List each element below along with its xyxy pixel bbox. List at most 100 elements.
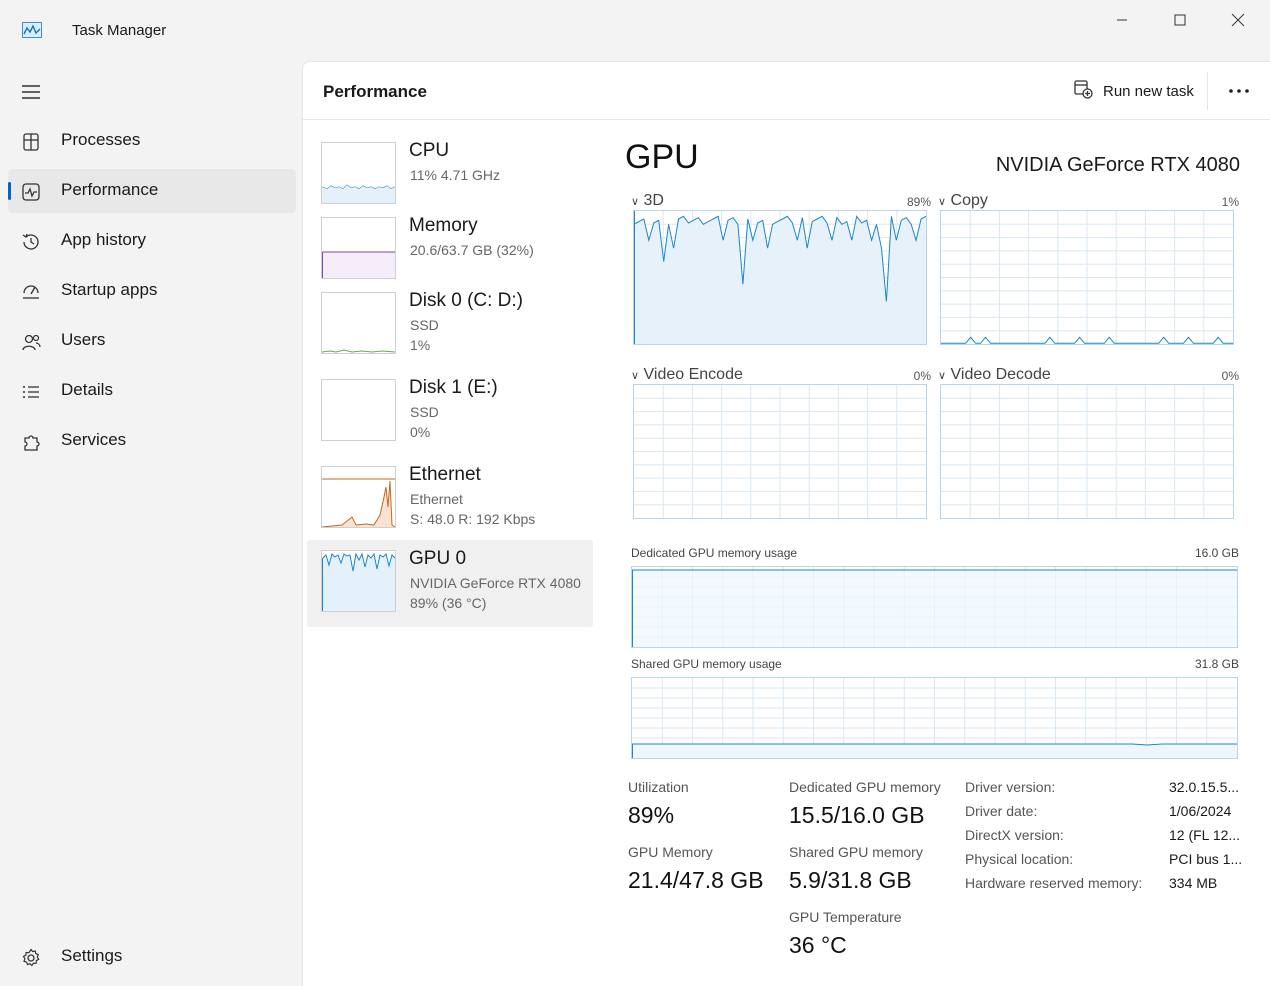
gpu-detail-panel: GPU NVIDIA GeForce RTX 4080 ∨ 3D 89% ∨ C… bbox=[625, 132, 1255, 982]
shared-usage-max: 31.8 GB bbox=[1194, 657, 1239, 671]
chart-dedicated-memory bbox=[631, 566, 1238, 648]
nav-item-details[interactable]: Details bbox=[8, 369, 296, 413]
gear-icon bbox=[20, 947, 42, 969]
startup-icon bbox=[20, 281, 42, 303]
engine-percent: 0% bbox=[1221, 369, 1239, 383]
main-panel: Performance Run new task CPU 11% 4.71 GH… bbox=[302, 61, 1270, 986]
device-detail-2: S: 48.0 R: 192 Kbps bbox=[410, 511, 536, 527]
gpu-heading: GPU bbox=[625, 138, 699, 176]
device-name: GPU 0 bbox=[409, 548, 467, 569]
dedicated-memory-value: 15.5/16.0 GB bbox=[789, 802, 925, 828]
run-new-task-button[interactable]: Run new task bbox=[1063, 74, 1204, 108]
more-dots-icon bbox=[1229, 89, 1249, 93]
utilization-value: 89% bbox=[628, 802, 675, 828]
device-detail: NVIDIA GeForce RTX 4080 bbox=[410, 575, 581, 591]
gpu-model-name: NVIDIA GeForce RTX 4080 bbox=[995, 154, 1240, 176]
chart-video-encode bbox=[633, 384, 927, 519]
nav-label-settings: Settings bbox=[61, 946, 123, 965]
task-manager-icon bbox=[22, 22, 42, 38]
physical-location-value: PCI bus 1... bbox=[1169, 851, 1243, 867]
nav-label-details: Details bbox=[61, 380, 113, 399]
gpu-memory-value: 21.4/47.8 GB bbox=[628, 867, 764, 893]
device-item-gpu0[interactable]: GPU 0 NVIDIA GeForce RTX 4080 89% (36 °C… bbox=[307, 540, 593, 627]
device-detail: Ethernet bbox=[410, 491, 463, 507]
chart-shared-memory bbox=[631, 677, 1238, 759]
run-task-label: Run new task bbox=[1103, 82, 1194, 100]
driver-date-key: Driver date: bbox=[965, 803, 1038, 819]
chart-video-decode bbox=[940, 384, 1234, 519]
shared-memory-label: Shared GPU memory bbox=[789, 844, 923, 860]
device-name: Disk 0 (C: D:) bbox=[409, 290, 523, 311]
device-item-disk0[interactable]: Disk 0 (C: D:) SSD 1% bbox=[307, 282, 593, 369]
nav-label-app-history: App history bbox=[61, 230, 147, 249]
device-detail-2: 89% (36 °C) bbox=[410, 595, 487, 611]
dedicated-memory-label: Dedicated GPU memory bbox=[789, 779, 941, 795]
title-bar: Task Manager bbox=[0, 0, 1270, 60]
device-detail: SSD bbox=[410, 404, 439, 420]
services-puzzle-icon bbox=[20, 431, 42, 453]
disk0-thumbnail bbox=[321, 292, 396, 354]
shared-usage-label: Shared GPU memory usage bbox=[631, 657, 782, 671]
engine-name: 3D bbox=[643, 192, 664, 209]
active-indicator bbox=[8, 182, 11, 200]
engine-selector-copy[interactable]: ∨ Copy bbox=[938, 192, 988, 210]
chart-3d bbox=[633, 210, 927, 345]
close-button[interactable] bbox=[1215, 4, 1261, 36]
engine-name: Video Encode bbox=[643, 366, 743, 383]
device-item-memory[interactable]: Memory 20.6/63.7 GB (32%) bbox=[307, 207, 593, 294]
device-detail: 11% 4.71 GHz bbox=[410, 167, 501, 183]
nav-label-performance: Performance bbox=[61, 180, 159, 199]
chevron-down-icon: ∨ bbox=[631, 196, 640, 208]
engine-name: Video Decode bbox=[950, 366, 1051, 383]
device-item-ethernet[interactable]: Ethernet Ethernet S: 48.0 R: 192 Kbps bbox=[307, 456, 593, 543]
header-divider bbox=[1207, 72, 1208, 110]
ethernet-thumbnail bbox=[321, 466, 396, 528]
gpu-temperature-label: GPU Temperature bbox=[789, 909, 902, 925]
device-name: Disk 1 (E:) bbox=[409, 377, 498, 398]
nav-item-performance[interactable]: Performance bbox=[8, 169, 296, 213]
device-name: Memory bbox=[409, 215, 478, 236]
engine-selector-3d[interactable]: ∨ 3D bbox=[631, 192, 664, 210]
chevron-down-icon: ∨ bbox=[938, 370, 947, 382]
nav-label-processes: Processes bbox=[61, 130, 141, 149]
physical-location-key: Physical location: bbox=[965, 851, 1074, 867]
engine-percent: 1% bbox=[1221, 195, 1239, 209]
engine-selector-video-encode[interactable]: ∨ Video Encode bbox=[631, 366, 743, 384]
page-header: Performance Run new task bbox=[303, 62, 1270, 120]
nav-item-services[interactable]: Services bbox=[8, 419, 296, 463]
directx-version-key: DirectX version: bbox=[965, 827, 1064, 843]
users-icon bbox=[20, 331, 42, 353]
maximize-button[interactable] bbox=[1157, 4, 1203, 36]
minimize-button[interactable] bbox=[1099, 4, 1145, 36]
engine-name: Copy bbox=[950, 192, 988, 209]
chevron-down-icon: ∨ bbox=[938, 196, 947, 208]
engine-selector-video-decode[interactable]: ∨ Video Decode bbox=[938, 366, 1051, 384]
driver-version-value: 32.0.15.5... bbox=[1169, 779, 1240, 795]
hamburger-menu-icon[interactable] bbox=[20, 82, 44, 102]
reserved-memory-key: Hardware reserved memory: bbox=[965, 875, 1143, 891]
more-options-button[interactable] bbox=[1221, 76, 1257, 106]
processes-icon bbox=[20, 131, 42, 153]
nav-item-app-history[interactable]: App history bbox=[8, 219, 296, 263]
driver-date-value: 1/06/2024 bbox=[1169, 803, 1232, 819]
run-task-icon bbox=[1073, 79, 1093, 103]
device-name: Ethernet bbox=[409, 464, 481, 485]
cpu-thumbnail bbox=[321, 142, 396, 204]
nav-item-settings[interactable]: Settings bbox=[8, 935, 296, 979]
nav-item-users[interactable]: Users bbox=[8, 319, 296, 363]
chevron-down-icon: ∨ bbox=[631, 370, 640, 382]
device-detail: 20.6/63.7 GB (32%) bbox=[410, 242, 534, 258]
nav-item-startup-apps[interactable]: Startup apps bbox=[8, 269, 296, 313]
window-title: Task Manager bbox=[72, 22, 167, 39]
utilization-label: Utilization bbox=[628, 779, 689, 795]
gpu0-thumbnail bbox=[321, 550, 396, 612]
device-item-cpu[interactable]: CPU 11% 4.71 GHz bbox=[307, 132, 593, 219]
performance-icon bbox=[20, 181, 42, 203]
device-name: CPU bbox=[409, 140, 450, 161]
nav-label-services: Services bbox=[61, 430, 127, 449]
device-item-disk1[interactable]: Disk 1 (E:) SSD 0% bbox=[307, 369, 593, 456]
nav-label-users: Users bbox=[61, 330, 106, 349]
dedicated-usage-label: Dedicated GPU memory usage bbox=[631, 546, 798, 560]
gpu-temperature-value: 36 °C bbox=[789, 932, 847, 958]
nav-item-processes[interactable]: Processes bbox=[8, 119, 296, 163]
